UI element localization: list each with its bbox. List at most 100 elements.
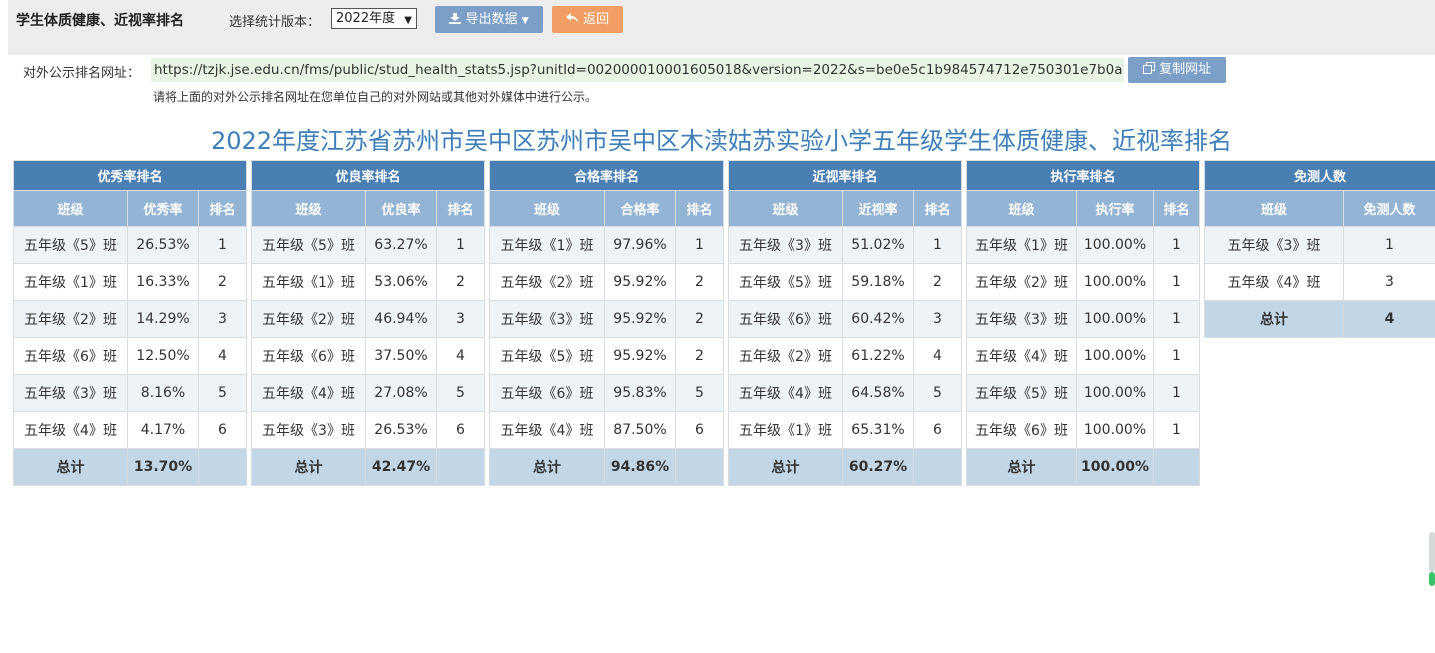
table-row: 五年级《5》班 59.18% 2	[728, 263, 963, 301]
rate-cell: 100.00%	[1076, 337, 1154, 375]
rate-cell: 100.00%	[1076, 374, 1154, 412]
total-label: 总计	[966, 448, 1077, 486]
scrollbar-thumb[interactable]	[1429, 532, 1435, 572]
class-cell: 五年级《6》班	[728, 300, 843, 338]
column-header: 班级	[13, 190, 128, 227]
class-cell: 五年级《5》班	[728, 263, 843, 301]
column-header: 排名	[435, 190, 486, 227]
rank-cell: 1	[1152, 263, 1201, 301]
class-cell: 五年级《6》班	[489, 374, 605, 412]
rate-cell: 59.18%	[842, 263, 914, 301]
total-value: 100.00%	[1076, 448, 1154, 486]
table-row: 五年级《1》班 53.06% 2	[251, 263, 486, 301]
public-url-field[interactable]: https://tzjk.jse.edu.cn/fms/public/stud_…	[151, 58, 1124, 82]
rate-cell: 100.00%	[1076, 263, 1154, 301]
total-label: 总计	[1204, 300, 1344, 338]
table-row: 五年级《2》班 14.29% 3	[13, 300, 248, 338]
column-header: 排名	[1152, 190, 1201, 227]
table-row: 五年级《5》班 95.92% 2	[489, 337, 725, 375]
rank-cell: 3	[912, 300, 963, 338]
class-cell: 五年级《1》班	[489, 226, 605, 264]
excellent-rate-table: 优秀率排名 班级 优秀率 排名 五年级《5》班 26.53% 1 五年级《1》班 16…	[12, 160, 248, 486]
class-cell: 五年级《1》班	[966, 226, 1077, 264]
app-title: 学生体质健康、近视率排名	[16, 13, 184, 29]
column-header: 班级	[1204, 190, 1344, 227]
total-row: 总计 4	[1204, 300, 1435, 338]
page-title: 2022年度江苏省苏州市吴中区苏州市吴中区木渎姑苏实验小学五年级学生体质健康、近…	[210, 127, 1233, 155]
table-row: 五年级《1》班 100.00% 1	[966, 226, 1201, 264]
column-header: 优良率	[365, 190, 437, 227]
copy-url-button[interactable]: 复制网址	[1128, 57, 1226, 83]
public-url-label: 对外公示排名网址：	[23, 66, 141, 81]
table-row: 五年级《4》班 100.00% 1	[966, 337, 1201, 375]
class-cell: 五年级《6》班	[966, 411, 1077, 449]
class-cell: 五年级《3》班	[728, 226, 843, 264]
rank-cell: 6	[912, 411, 963, 449]
rate-cell: 37.50%	[365, 337, 437, 375]
table-row: 五年级《6》班 37.50% 4	[251, 337, 486, 375]
table-row: 五年级《1》班 65.31% 6	[728, 411, 963, 449]
class-cell: 五年级《6》班	[13, 337, 128, 375]
total-row: 总计 13.70%	[13, 448, 248, 486]
class-cell: 五年级《4》班	[489, 411, 605, 449]
column-header: 合格率	[604, 190, 676, 227]
rate-cell: 12.50%	[127, 337, 199, 375]
class-cell: 五年级《5》班	[966, 374, 1077, 412]
class-cell: 五年级《1》班	[13, 263, 128, 301]
rate-cell: 51.02%	[842, 226, 914, 264]
rank-cell: 1	[197, 226, 248, 264]
class-cell: 五年级《4》班	[1204, 263, 1344, 301]
total-value: 60.27%	[842, 448, 914, 486]
total-rank	[912, 448, 963, 486]
table-row: 五年级《4》班 87.50% 6	[489, 411, 725, 449]
class-cell: 五年级《2》班	[728, 337, 843, 375]
rate-cell: 14.29%	[127, 300, 199, 338]
rank-cell: 4	[912, 337, 963, 375]
class-cell: 五年级《1》班	[251, 263, 366, 301]
total-row: 总计 42.47%	[251, 448, 486, 486]
rate-cell: 100.00%	[1076, 300, 1154, 338]
rate-cell: 27.08%	[365, 374, 437, 412]
class-cell: 五年级《5》班	[251, 226, 366, 264]
total-value: 94.86%	[604, 448, 676, 486]
class-cell: 五年级《5》班	[489, 337, 605, 375]
rank-cell: 2	[674, 300, 725, 338]
column-header: 班级	[966, 190, 1077, 227]
table-row: 五年级《5》班 100.00% 1	[966, 374, 1201, 412]
total-value: 13.70%	[127, 448, 199, 486]
rank-cell: 1	[674, 226, 725, 264]
rank-cell: 3	[435, 300, 486, 338]
table-row: 五年级《5》班 26.53% 1	[13, 226, 248, 264]
rank-cell: 2	[674, 337, 725, 375]
export-data-button[interactable]: 导出数据 ▼	[435, 6, 543, 33]
back-label: 返回	[583, 12, 610, 27]
table-row: 五年级《3》班 95.92% 2	[489, 300, 725, 338]
rank-cell: 4	[435, 337, 486, 375]
version-select[interactable]: 2022年度 ▼	[331, 8, 417, 29]
table-title: 免测人数	[1203, 160, 1435, 191]
rank-cell: 5	[197, 374, 248, 412]
rank-cell: 6	[674, 411, 725, 449]
rate-cell: 63.27%	[365, 226, 437, 264]
scroll-indicator	[1429, 572, 1435, 586]
column-header: 免测人数	[1342, 190, 1435, 227]
table-title: 优秀率排名	[12, 160, 248, 191]
column-header: 班级	[489, 190, 605, 227]
class-cell: 五年级《4》班	[728, 374, 843, 412]
back-button[interactable]: 返回	[552, 6, 623, 33]
execution-rate-table: 执行率排名 班级 执行率 排名 五年级《1》班 100.00% 1 五年级《2》班 1…	[965, 160, 1201, 486]
rate-cell: 95.92%	[604, 337, 676, 375]
rate-cell: 26.53%	[365, 411, 437, 449]
column-header: 执行率	[1076, 190, 1154, 227]
rate-cell: 60.42%	[842, 300, 914, 338]
rate-cell: 64.58%	[842, 374, 914, 412]
table-row: 五年级《1》班 97.96% 1	[489, 226, 725, 264]
table-row: 五年级《6》班 95.83% 5	[489, 374, 725, 412]
total-value: 4	[1342, 300, 1435, 338]
total-label: 总计	[13, 448, 128, 486]
rank-cell: 1	[1152, 337, 1201, 375]
myopia-rate-table: 近视率排名 班级 近视率 排名 五年级《3》班 51.02% 1 五年级《5》班 59…	[727, 160, 963, 486]
rate-cell: 65.31%	[842, 411, 914, 449]
class-cell: 五年级《5》班	[13, 226, 128, 264]
rate-cell: 95.92%	[604, 263, 676, 301]
